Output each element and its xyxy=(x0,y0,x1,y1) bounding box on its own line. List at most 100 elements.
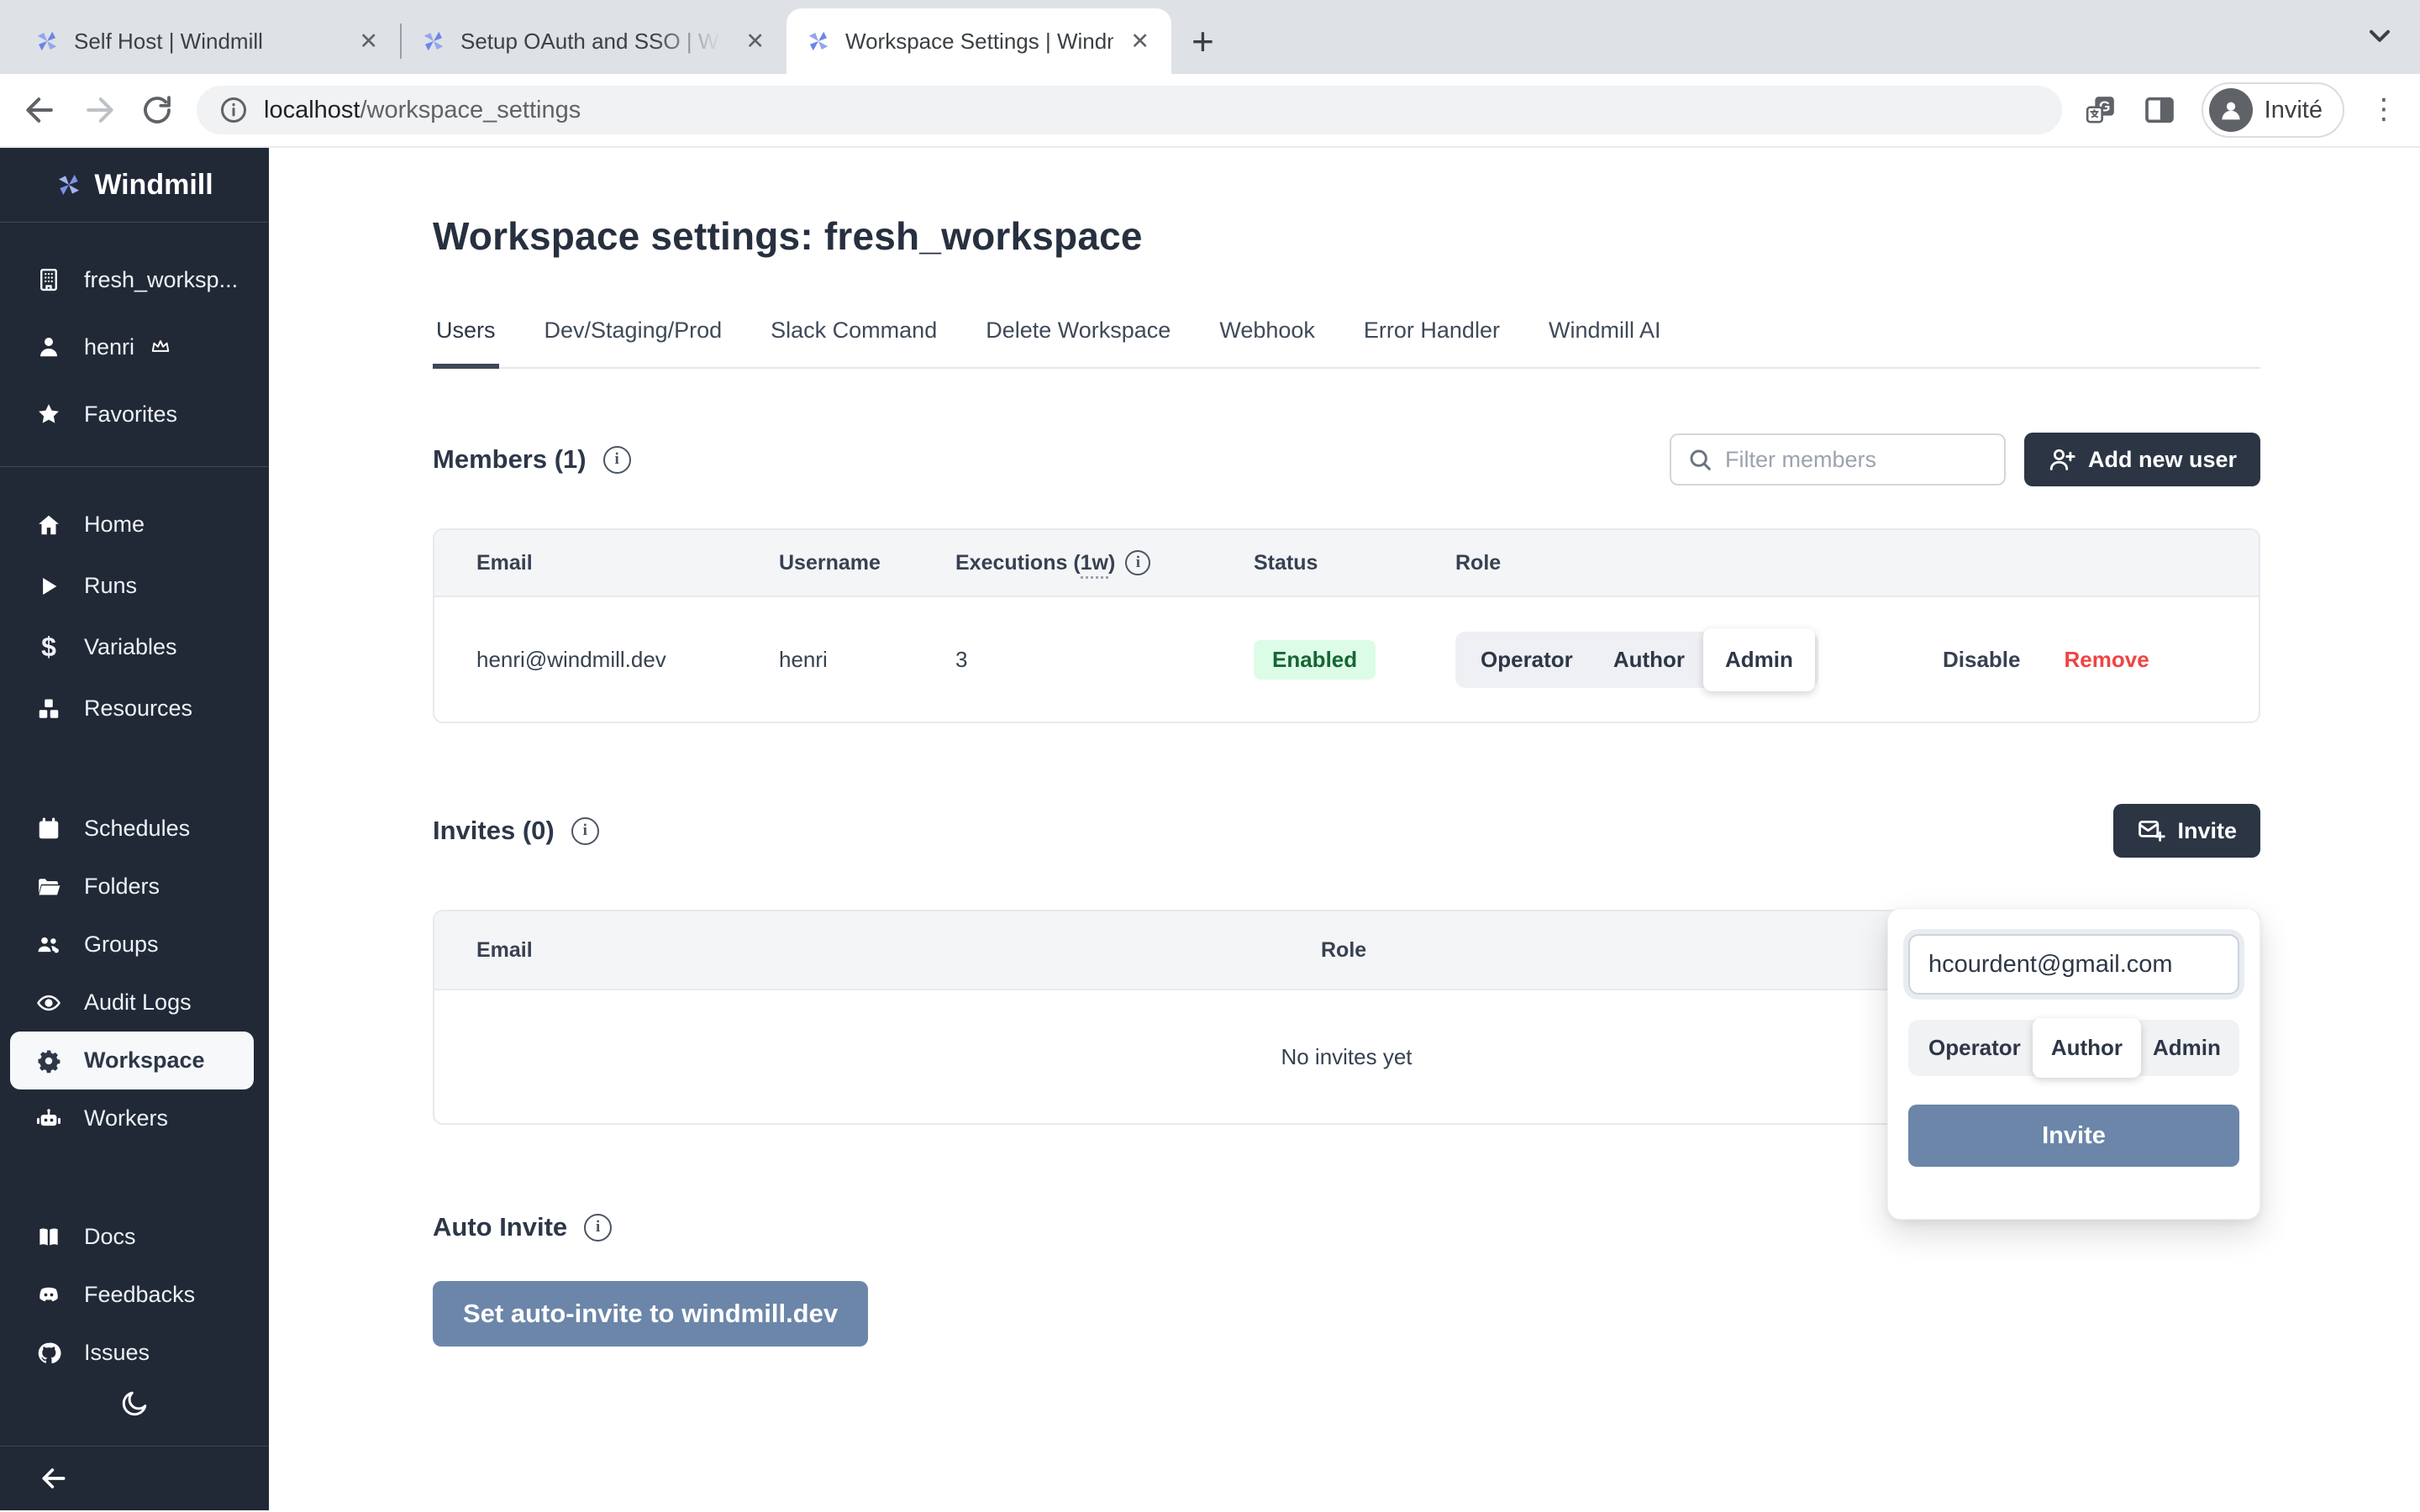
col-role: Role xyxy=(1455,551,1943,575)
app-shell: Windmill fresh_worksp... henri xyxy=(0,148,2420,1510)
settings-tabs: Users Dev/Staging/Prod Slack Command Del… xyxy=(433,318,2260,369)
building-icon xyxy=(35,267,62,292)
translate-icon[interactable]: G xyxy=(2084,93,2118,127)
back-icon[interactable] xyxy=(22,92,59,129)
sidebar-item-groups[interactable]: Groups xyxy=(0,916,269,974)
discord-icon xyxy=(35,1283,62,1308)
members-table-header: Email Username Executions (1w) i Status … xyxy=(434,530,2259,596)
windmill-favicon xyxy=(805,29,832,54)
role-option-author[interactable]: Author xyxy=(2033,1018,2141,1078)
sidebar-item-variables[interactable]: $ Variables xyxy=(0,617,269,678)
invites-section: Invites (0) i Invite Email Role No invit… xyxy=(433,804,2260,1125)
collapse-sidebar-button[interactable] xyxy=(0,1446,269,1510)
sidebar-item-user[interactable]: henri xyxy=(0,313,269,381)
set-auto-invite-button[interactable]: Set auto-invite to windmill.dev xyxy=(433,1281,868,1347)
invite-button[interactable]: Invite xyxy=(2113,804,2260,858)
role-option-operator[interactable]: Operator xyxy=(1917,1026,2033,1069)
invite-button-label: Invite xyxy=(2177,818,2237,844)
sidebar-item-label: Variables xyxy=(84,634,177,660)
tab-webhook[interactable]: Webhook xyxy=(1216,318,1318,369)
sidebar-item-feedbacks[interactable]: Feedbacks xyxy=(0,1266,269,1324)
sidebar-item-runs[interactable]: Runs xyxy=(0,555,269,617)
page-title: Workspace settings: fresh_workspace xyxy=(433,213,2260,259)
tab-windmill-ai[interactable]: Windmill AI xyxy=(1545,318,1665,369)
toolbar-right: G Invité ⋮ xyxy=(2084,82,2398,138)
invite-submit-button[interactable]: Invite xyxy=(1908,1105,2239,1167)
sidebar-footer-group: Docs Feedbacks Issues xyxy=(0,1208,269,1382)
info-icon[interactable]: i xyxy=(584,1214,612,1242)
info-icon[interactable]: i xyxy=(1125,550,1150,575)
member-email: henri@windmill.dev xyxy=(476,647,779,673)
user-plus-icon xyxy=(2048,445,2076,474)
sidebar-item-workspace[interactable]: Workspace xyxy=(10,1032,254,1089)
role-option-admin[interactable]: Admin xyxy=(1703,628,1815,691)
sidebar-item-label: Runs xyxy=(84,573,137,599)
browser-toolbar: localhost/workspace_settings G Invité ⋮ xyxy=(0,74,2420,148)
moon-icon xyxy=(119,1389,150,1419)
sidebar-item-schedules[interactable]: Schedules xyxy=(0,800,269,858)
sidebar-item-issues[interactable]: Issues xyxy=(0,1324,269,1382)
forward-icon[interactable] xyxy=(81,92,118,129)
close-icon[interactable]: ✕ xyxy=(1127,27,1153,56)
invite-email-input[interactable] xyxy=(1908,934,2239,995)
sidebar-item-label: Groups xyxy=(84,932,159,958)
info-icon[interactable]: i xyxy=(571,817,599,845)
add-new-user-button[interactable]: Add new user xyxy=(2024,433,2260,486)
sidebar-item-workers[interactable]: Workers xyxy=(0,1089,269,1147)
invites-section-header: Invites (0) i Invite xyxy=(433,804,2260,858)
sidebar-item-audit-logs[interactable]: Audit Logs xyxy=(0,974,269,1032)
tab-slack-command[interactable]: Slack Command xyxy=(767,318,940,369)
sidebar-item-favorites[interactable]: Favorites xyxy=(0,381,269,448)
role-option-operator[interactable]: Operator xyxy=(1460,637,1593,683)
browser-menu-icon[interactable]: ⋮ xyxy=(2370,98,2398,121)
sidebar-item-label: Audit Logs xyxy=(84,990,192,1016)
new-tab-button[interactable]: + xyxy=(1192,22,1214,60)
url-path: /workspace_settings xyxy=(360,97,581,123)
reload-icon[interactable] xyxy=(139,92,175,128)
sidebar-item-resources[interactable]: Resources xyxy=(0,678,269,739)
tab-users[interactable]: Users xyxy=(433,318,499,369)
sidebar-item-docs[interactable]: Docs xyxy=(0,1208,269,1266)
sidebar-item-label: Workers xyxy=(84,1105,168,1131)
tab-dev-staging-prod[interactable]: Dev/Staging/Prod xyxy=(541,318,726,369)
theme-toggle[interactable] xyxy=(0,1383,269,1424)
invite-role-toggle: Operator Author Admin xyxy=(1908,1020,2239,1076)
url-bar[interactable]: localhost/workspace_settings xyxy=(197,86,2062,134)
disable-button[interactable]: Disable xyxy=(1943,647,2021,673)
role-option-author[interactable]: Author xyxy=(1593,637,1705,683)
browser-profile-button[interactable]: Invité xyxy=(2202,82,2344,138)
star-icon xyxy=(35,402,62,427)
site-info-icon[interactable] xyxy=(218,95,249,125)
member-username: henri xyxy=(779,647,955,673)
mail-plus-icon xyxy=(2137,816,2165,845)
tab-error-handler[interactable]: Error Handler xyxy=(1360,318,1503,369)
close-icon[interactable]: ✕ xyxy=(355,27,381,56)
sidebar-item-folders[interactable]: Folders xyxy=(0,858,269,916)
chevron-down-icon[interactable] xyxy=(2363,18,2396,52)
browser-tab-workspace-settings[interactable]: Workspace Settings | Windmill ✕ xyxy=(786,8,1171,74)
sidebar-item-workspace-switcher[interactable]: fresh_worksp... xyxy=(0,246,269,313)
role-option-admin[interactable]: Admin xyxy=(2141,1026,2233,1069)
sidebar-item-label: Home xyxy=(84,512,145,538)
sidebar-item-label: fresh_worksp... xyxy=(84,267,238,293)
info-icon[interactable]: i xyxy=(603,446,631,474)
filter-members-input[interactable] xyxy=(1725,447,1989,473)
status-badge: Enabled xyxy=(1254,640,1376,680)
side-panel-icon[interactable] xyxy=(2143,93,2176,127)
crown-icon xyxy=(150,336,171,358)
invites-heading: Invites (0) i xyxy=(433,816,599,846)
sidebar-item-label: Favorites xyxy=(84,402,177,428)
close-icon[interactable]: ✕ xyxy=(742,27,768,56)
browser-tab-oauth-sso[interactable]: Setup OAuth and SSO | Windmill ✕ xyxy=(402,8,786,74)
sidebar-item-home[interactable]: Home xyxy=(0,494,269,555)
arrow-left-icon xyxy=(37,1462,71,1495)
sidebar-item-label: Feedbacks xyxy=(84,1282,195,1308)
play-icon xyxy=(35,574,62,599)
tab-delete-workspace[interactable]: Delete Workspace xyxy=(982,318,1174,369)
remove-button[interactable]: Remove xyxy=(2065,647,2149,673)
boxes-icon xyxy=(35,696,62,722)
avatar xyxy=(2209,88,2253,132)
filter-members-box[interactable] xyxy=(1670,433,2006,486)
windmill-brand[interactable]: Windmill xyxy=(0,148,269,223)
browser-tab-self-host[interactable]: Self Host | Windmill ✕ xyxy=(15,8,400,74)
